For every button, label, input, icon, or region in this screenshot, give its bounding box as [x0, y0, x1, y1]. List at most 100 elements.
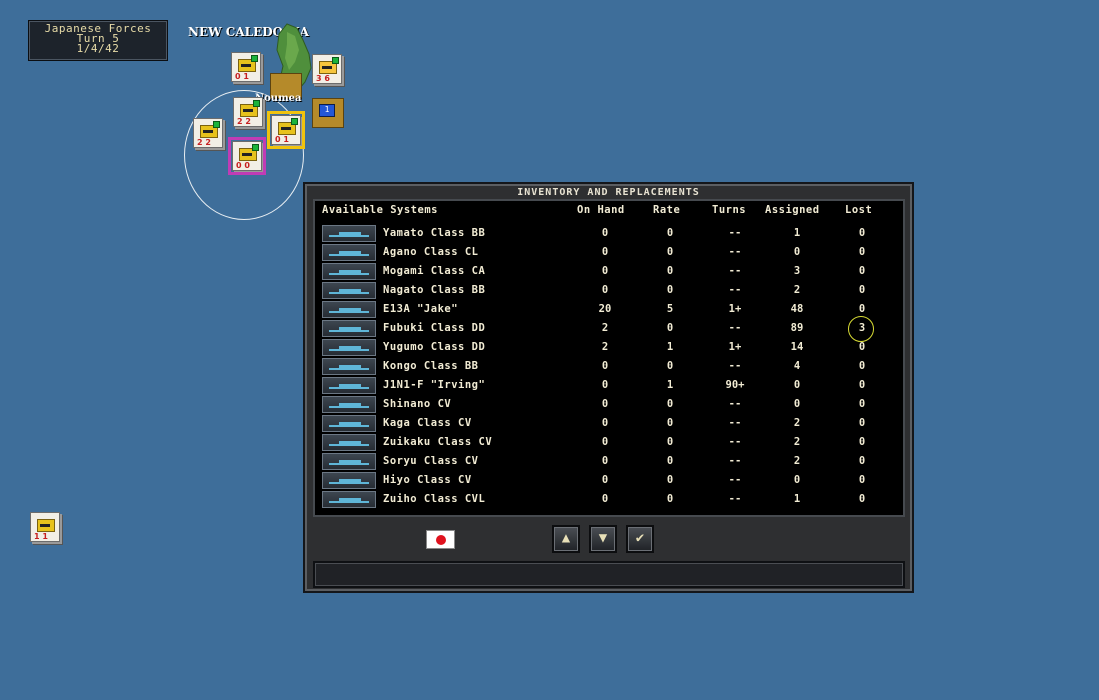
cell-lost: 0	[858, 493, 866, 505]
cell-rate: 0	[666, 322, 674, 334]
cell-lost: 0	[858, 398, 866, 410]
confirm-button[interactable]: ✔	[626, 525, 654, 553]
cell-lost: 0	[858, 379, 866, 391]
cell-turns: --	[728, 493, 742, 505]
ship-icon[interactable]	[322, 472, 376, 489]
cell-assigned: 0	[793, 246, 801, 258]
cell-assigned: 1	[793, 493, 801, 505]
system-name: Agano Class CL	[383, 246, 479, 258]
cell-rate: 0	[666, 474, 674, 486]
inventory-row[interactable]: Fubuki Class DD 2 0 -- 89 3	[315, 319, 903, 338]
scroll-down-button[interactable]: ▼	[589, 525, 617, 553]
ship-icon[interactable]	[322, 244, 376, 261]
cell-turns: 1+	[728, 341, 742, 353]
cell-assigned: 2	[793, 417, 801, 429]
cell-rate: 1	[666, 341, 674, 353]
header-assigned: Assigned	[765, 204, 820, 216]
cell-lost: 0	[858, 246, 866, 258]
ship-icon[interactable]	[322, 396, 376, 413]
system-name: Kongo Class BB	[383, 360, 479, 372]
inventory-row[interactable]: Kongo Class BB 0 0 -- 4 0	[315, 357, 903, 376]
cell-turns: --	[728, 284, 742, 296]
cell-lost: 0	[858, 303, 866, 315]
cell-on-hand: 0	[601, 493, 609, 505]
cell-on-hand: 0	[601, 455, 609, 467]
cell-turns: 1+	[728, 303, 742, 315]
ship-icon[interactable]	[322, 339, 376, 356]
air-unit-counter[interactable]: 2 2	[193, 118, 223, 148]
air-unit-counter[interactable]: 0 0	[228, 137, 266, 175]
inventory-row[interactable]: Zuiho Class CVL 0 0 -- 1 0	[315, 490, 903, 509]
cell-rate: 0	[666, 493, 674, 505]
cell-rate: 0	[666, 246, 674, 258]
cell-assigned: 0	[793, 379, 801, 391]
system-name: Zuiho Class CVL	[383, 493, 486, 505]
inventory-row[interactable]: Zuikaku Class CV 0 0 -- 2 0	[315, 433, 903, 452]
system-name: Fubuki Class DD	[383, 322, 486, 334]
air-unit-counter[interactable]: 0 1	[231, 52, 261, 82]
system-name: Shinano CV	[383, 398, 452, 410]
ship-icon[interactable]	[322, 434, 376, 451]
ship-icon[interactable]	[322, 415, 376, 432]
system-name: Soryu Class CV	[383, 455, 479, 467]
task-force-marker: 1	[319, 104, 335, 117]
ship-icon[interactable]	[322, 358, 376, 375]
cell-turns: --	[728, 398, 742, 410]
cell-on-hand: 0	[601, 398, 609, 410]
highlight-circle	[848, 316, 874, 342]
cell-assigned: 1	[793, 227, 801, 239]
cell-rate: 0	[666, 398, 674, 410]
system-name: Yamato Class BB	[383, 227, 486, 239]
ship-icon[interactable]	[322, 491, 376, 508]
system-name: Hiyo Class CV	[383, 474, 472, 486]
header-systems: Available Systems	[322, 204, 438, 216]
cell-on-hand: 0	[601, 436, 609, 448]
cell-on-hand: 0	[601, 417, 609, 429]
cell-on-hand: 2	[601, 322, 609, 334]
cell-assigned: 0	[793, 398, 801, 410]
ground-unit-counter[interactable]: 3 6	[312, 54, 342, 84]
inventory-row[interactable]: J1N1-F "Irving" 0 1 90+ 0 0	[315, 376, 903, 395]
ship-icon[interactable]	[322, 263, 376, 280]
dialog-title: INVENTORY AND REPLACEMENTS	[517, 187, 700, 198]
cell-rate: 0	[666, 417, 674, 429]
inventory-row[interactable]: Yamato Class BB 0 0 -- 1 0	[315, 224, 903, 243]
cell-assigned: 2	[793, 436, 801, 448]
cell-on-hand: 0	[601, 265, 609, 277]
inventory-row[interactable]: Shinano CV 0 0 -- 0 0	[315, 395, 903, 414]
cell-lost: 0	[858, 417, 866, 429]
ship-icon[interactable]	[322, 282, 376, 299]
scroll-up-button[interactable]: ▲	[552, 525, 580, 553]
cell-assigned: 2	[793, 284, 801, 296]
fleet-counter[interactable]: 1	[312, 98, 344, 128]
turn-info-box: Japanese Forces Turn 5 1/4/42	[28, 20, 168, 61]
cell-turns: --	[728, 436, 742, 448]
ship-icon[interactable]	[322, 225, 376, 242]
ship-icon[interactable]	[322, 453, 376, 470]
system-name: J1N1-F "Irving"	[383, 379, 486, 391]
cell-lost: 0	[858, 284, 866, 296]
ship-icon[interactable]	[322, 320, 376, 337]
selected-air-unit-counter[interactable]: 0 1	[267, 111, 305, 149]
cell-assigned: 3	[793, 265, 801, 277]
inventory-row[interactable]: Soryu Class CV 0 0 -- 2 0	[315, 452, 903, 471]
cell-rate: 0	[666, 360, 674, 372]
cell-on-hand: 0	[601, 379, 609, 391]
cell-lost: 0	[858, 360, 866, 372]
inventory-row[interactable]: Mogami Class CA 0 0 -- 3 0	[315, 262, 903, 281]
inventory-row[interactable]: Nagato Class BB 0 0 -- 2 0	[315, 281, 903, 300]
cell-on-hand: 0	[601, 284, 609, 296]
air-unit-counter[interactable]: 2 2	[233, 97, 263, 127]
aircraft-icon[interactable]	[322, 301, 376, 318]
cell-assigned: 2	[793, 455, 801, 467]
system-name: E13A "Jake"	[383, 303, 459, 315]
header-rate: Rate	[653, 204, 681, 216]
inventory-row[interactable]: Kaga Class CV 0 0 -- 2 0	[315, 414, 903, 433]
aircraft-icon[interactable]	[322, 377, 376, 394]
inventory-row[interactable]: E13A "Jake" 20 5 1+ 48 0	[315, 300, 903, 319]
cell-rate: 5	[666, 303, 674, 315]
inventory-row[interactable]: Hiyo Class CV 0 0 -- 0 0	[315, 471, 903, 490]
air-unit-counter[interactable]: 1 1	[30, 512, 60, 542]
inventory-row[interactable]: Yugumo Class DD 2 1 1+ 14 0	[315, 338, 903, 357]
inventory-row[interactable]: Agano Class CL 0 0 -- 0 0	[315, 243, 903, 262]
